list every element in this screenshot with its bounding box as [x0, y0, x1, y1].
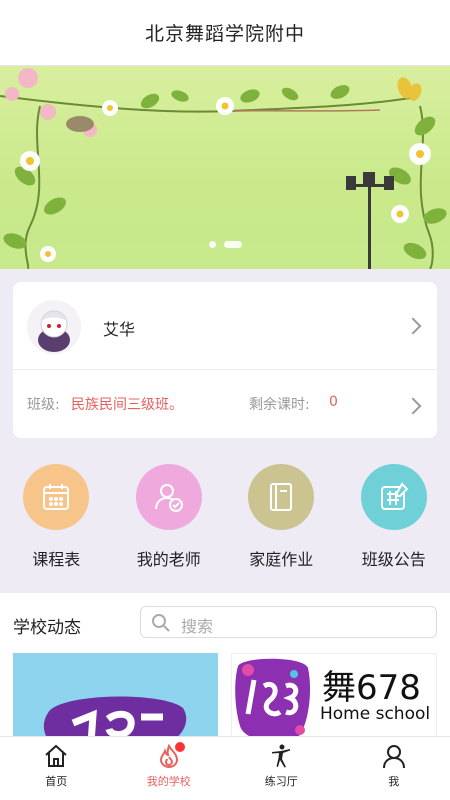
dance678-logo [235, 658, 310, 742]
section-title: 学校动态 [13, 618, 81, 638]
bottom-tab-bar: 首页 我的学校 练习厅 我 [0, 736, 450, 800]
remaining-hours-value: 0 [329, 394, 338, 410]
class-info-row[interactable]: 班级: 民族民间三级班。 剩余课时: 0 [13, 370, 437, 438]
tab-label: 我 [388, 775, 400, 788]
tab-my-school[interactable]: 我的学校 [113, 737, 226, 800]
shortcut-class-notice[interactable]: 班级公告 [338, 448, 450, 593]
brand-tagline: Home school [320, 704, 431, 724]
tab-practice-hall[interactable]: 练习厅 [225, 737, 338, 800]
tab-label: 我的学校 [146, 775, 191, 788]
avatar [27, 300, 81, 354]
shortcut-label: 我的老师 [136, 550, 201, 569]
carousel-dot[interactable] [208, 241, 216, 248]
shortcut-homework[interactable]: 家庭作业 [225, 448, 338, 593]
shortcut-grid: 课程表 我的老师 家庭作业 班级公告 [0, 448, 450, 593]
class-value: 民族民间三级班。 [71, 397, 183, 413]
banner-carousel[interactable] [0, 66, 450, 269]
student-name: 艾华 [103, 320, 136, 339]
shortcut-schedule[interactable]: 课程表 [0, 448, 113, 593]
news-thumbnail [13, 653, 218, 743]
dancer-icon [272, 744, 291, 768]
carousel-indicator [0, 241, 450, 248]
tab-label: 首页 [45, 775, 68, 788]
calendar-icon [23, 464, 90, 530]
class-label: 班级: [27, 397, 60, 413]
notebook-icon [248, 464, 315, 530]
app-header: 北京舞蹈学院附中 [0, 0, 450, 66]
student-card: 艾华 班级: 民族民间三级班。 剩余课时: 0 [13, 282, 437, 438]
page-title: 北京舞蹈学院附中 [144, 23, 305, 45]
notice-icon [360, 464, 427, 530]
search-placeholder: 搜索 [181, 617, 214, 636]
banner-illustration [0, 68, 447, 269]
notification-badge [174, 742, 185, 752]
teacher-icon [135, 464, 202, 530]
brand-name: 舞678 [322, 668, 421, 708]
home-icon [45, 744, 67, 767]
news-card[interactable]: 舞678 Home school [231, 653, 437, 743]
shortcut-label: 家庭作业 [249, 550, 314, 569]
tab-home[interactable]: 首页 [0, 737, 113, 800]
person-icon [382, 745, 405, 769]
chevron-right-icon [404, 317, 422, 335]
search-input[interactable]: 搜索 [140, 606, 437, 638]
tab-me[interactable]: 我 [338, 737, 450, 800]
chevron-right-icon [404, 397, 422, 415]
shortcut-label: 班级公告 [361, 550, 426, 569]
remaining-hours-label: 剩余课时: [249, 397, 310, 413]
shortcut-my-teacher[interactable]: 我的老师 [113, 448, 226, 593]
student-profile-row[interactable]: 艾华 [13, 282, 437, 370]
news-card[interactable] [13, 653, 218, 743]
tab-label: 练习厅 [264, 775, 298, 788]
school-news-section: 学校动态 搜索 舞678 Home school [0, 593, 450, 743]
carousel-dot-active[interactable] [223, 241, 242, 248]
shortcut-label: 课程表 [32, 550, 81, 569]
search-icon [152, 614, 170, 632]
